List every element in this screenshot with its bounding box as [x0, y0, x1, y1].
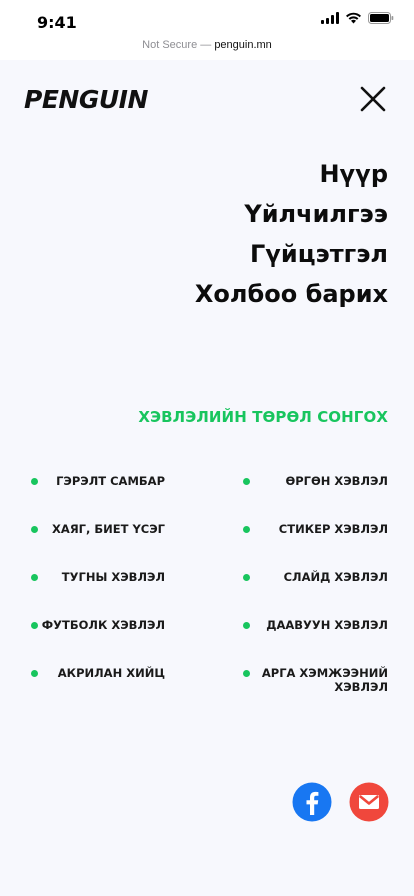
bullet-dot [243, 526, 250, 533]
address-security-label: Not Secure — [142, 39, 215, 51]
mail-button[interactable] [349, 782, 389, 822]
type-item-wide-print[interactable]: ӨРГӨН ХЭВЛЭЛ [252, 474, 388, 504]
close-menu-button[interactable] [358, 84, 388, 114]
type-item-flag[interactable]: ТУГНЫ ХЭВЛЭЛ [29, 570, 165, 600]
main-nav: Нүүр Үйлчилгээ Гүйцэтгэл Холбоо барих [195, 154, 388, 314]
type-item-event[interactable]: АРГА ХЭМЖЭЭНИЙ ХЭВЛЭЛ [252, 666, 388, 696]
nav-item-contact[interactable]: Холбоо барих [195, 274, 388, 314]
bullet-dot [243, 574, 250, 581]
battery-icon [368, 12, 394, 24]
print-types-title: ХЭВЛЭЛИЙН ТӨРӨЛ СОНГОХ [138, 408, 388, 426]
bullet-dot [243, 670, 250, 677]
facebook-button[interactable] [292, 782, 332, 822]
signal-icon [321, 12, 339, 24]
nav-item-home[interactable]: Нүүр [195, 154, 388, 194]
status-bar: 9:41 [0, 0, 414, 34]
nav-item-services[interactable]: Үйлчилгээ [195, 194, 388, 234]
type-item-letters[interactable]: ХАЯГ, БИЕТ ҮСЭГ [29, 522, 165, 552]
type-item-acrylic[interactable]: АКРИЛАН ХИЙЦ [29, 666, 165, 696]
bullet-dot [243, 622, 250, 629]
type-item-light-board[interactable]: ГЭРЭЛТ САМБАР [29, 474, 165, 504]
status-icons [321, 12, 394, 24]
close-icon [360, 86, 386, 112]
site-header: PENGUIN [0, 60, 414, 140]
type-item-tshirt[interactable]: ФУТБОЛК ХЭВЛЭЛ [29, 618, 165, 648]
nav-item-portfolio[interactable]: Гүйцэтгэл [195, 234, 388, 274]
bullet-dot [243, 478, 250, 485]
address-domain: penguin.mn [214, 39, 272, 51]
status-time: 9:41 [37, 13, 77, 32]
type-item-slide[interactable]: СЛАЙД ХЭВЛЭЛ [252, 570, 388, 600]
type-item-fabric[interactable]: ДААВУУН ХЭВЛЭЛ [252, 618, 388, 648]
address-bar[interactable]: Not Secure — penguin.mn [0, 34, 414, 60]
facebook-icon [292, 782, 332, 822]
mail-icon [349, 782, 389, 822]
wifi-icon [346, 12, 361, 24]
type-item-sticker[interactable]: СТИКЕР ХЭВЛЭЛ [252, 522, 388, 552]
svg-text:PENGUIN: PENGUIN [24, 85, 148, 111]
penguin-logo[interactable]: PENGUIN [24, 81, 152, 114]
